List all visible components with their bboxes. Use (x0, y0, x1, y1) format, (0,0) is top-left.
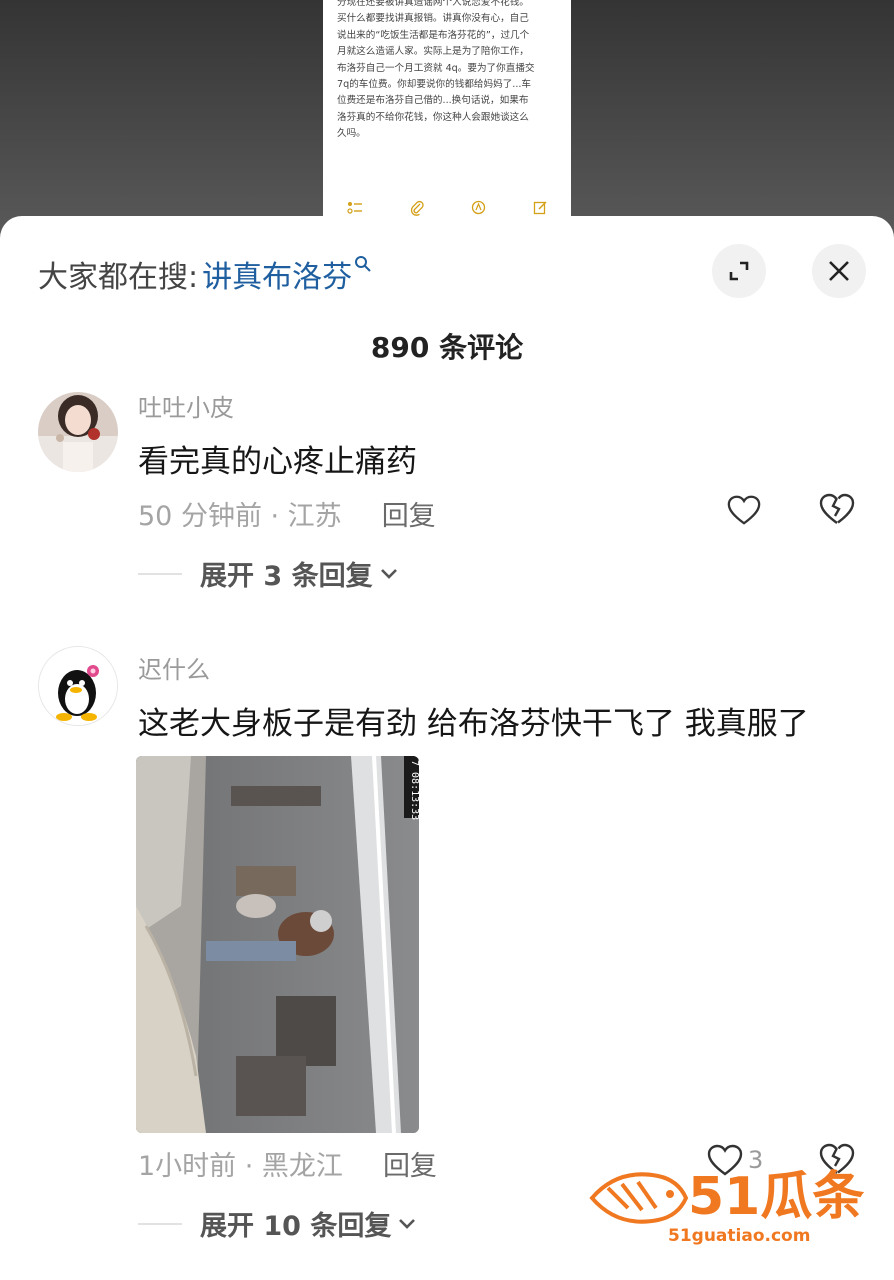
expand-replies-label: 展开 10 条回复 (200, 1211, 392, 1242)
comment-image[interactable]: 7 08:13:33 (136, 756, 419, 1133)
comment-time-location: 50 分钟前 · 江苏 (138, 501, 342, 532)
watermark-brand: 51瓜条 (688, 1167, 864, 1227)
close-button[interactable] (812, 244, 866, 298)
chevron-down-icon (380, 568, 397, 579)
note-preview-text: 分现在还要被讲真造谣网个人说恋爱不花钱。 买什么都要找讲真报销。讲真你没有心，自… (337, 0, 535, 140)
checklist-icon[interactable] (346, 201, 363, 218)
reply-button[interactable]: 回复 (382, 494, 436, 533)
comment-username[interactable]: 迟什么 (138, 650, 210, 685)
chevron-down-icon (399, 1218, 416, 1229)
expand-replies[interactable]: 展开 10 条回复 (138, 1204, 417, 1243)
comment-sheet: 大家都在搜: 讲真布洛芬 890 条评论 吐吐小皮 看完真的心疼止痛药 50 分… (0, 216, 894, 1280)
site-watermark: 51瓜条 51guatiao.com (588, 1158, 878, 1258)
like-button[interactable] (726, 492, 766, 528)
hot-search-prefix: 大家都在搜: (38, 260, 199, 295)
comment-meta: 1小时前 · 黑龙江 回复 (138, 1144, 437, 1183)
hot-search-row[interactable]: 大家都在搜: 讲真布洛芬 (38, 252, 372, 296)
video-timestamp: 7 08:13:33 (409, 760, 419, 820)
comment-meta: 50 分钟前 · 江苏 回复 (138, 494, 436, 533)
expand-replies-label: 展开 3 条回复 (200, 561, 373, 592)
search-icon (354, 255, 372, 278)
avatar[interactable] (38, 392, 118, 472)
expand-replies[interactable]: 展开 3 条回复 (138, 554, 399, 593)
expand-icon (729, 261, 749, 281)
comment-text: 这老大身板子是有劲 给布洛芬快干飞了 我真服了 (138, 706, 809, 742)
comment-time-location: 1小时前 · 黑龙江 (138, 1151, 343, 1182)
comment-text: 看完真的心疼止痛药 (138, 444, 417, 480)
comment-username[interactable]: 吐吐小皮 (138, 388, 234, 423)
hot-search-term[interactable]: 讲真布洛芬 (202, 252, 352, 296)
expand-button[interactable] (712, 244, 766, 298)
note-preview-card[interactable]: 分现在还要被讲真造谣网个人说恋爱不花钱。 买什么都要找讲真报销。讲真你没有心，自… (323, 0, 571, 222)
reply-button[interactable]: 回复 (383, 1144, 437, 1183)
comment-count-title: 890 条评论 (370, 331, 524, 364)
avatar[interactable] (38, 646, 118, 726)
heart-icon (727, 495, 761, 525)
dislike-button[interactable] (818, 492, 858, 528)
watermark-url: 51guatiao.com (668, 1226, 811, 1246)
broken-heart-icon (819, 493, 855, 524)
divider-line (138, 572, 182, 575)
background-area: 分现在还要被讲真造谣网个人说恋爱不花钱。 买什么都要找讲真报销。讲真你没有心，自… (0, 0, 894, 240)
close-icon (829, 261, 849, 281)
divider-line (138, 1222, 182, 1225)
